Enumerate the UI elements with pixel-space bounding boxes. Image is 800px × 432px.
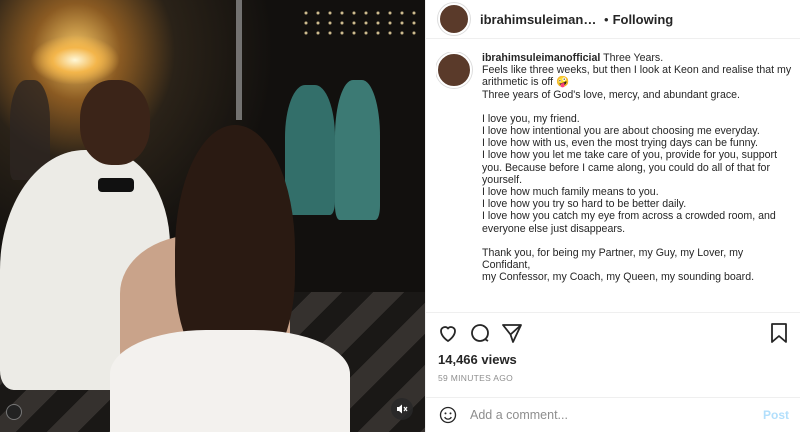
caption-line: Feels like three weeks, but then I look … [482, 64, 792, 77]
bowtie [98, 178, 134, 192]
action-bar [426, 312, 800, 353]
caption-line: I love how with us, even the most trying… [482, 137, 758, 150]
comment-icon[interactable] [468, 321, 492, 345]
stage-light [30, 35, 120, 85]
caption-line: Three years of God's love, mercy, and ab… [482, 88, 740, 101]
header-username[interactable]: ibrahimsuleimanofficial [480, 12, 602, 27]
string-lights [300, 8, 420, 38]
avatar[interactable] [438, 3, 470, 35]
groom-head [80, 80, 150, 165]
following-button[interactable]: Following [613, 12, 674, 27]
guest-figure [335, 80, 380, 220]
caption-line: I love how much family means to you. [482, 186, 659, 199]
separator-dot: • [604, 11, 609, 27]
post-header: ibrahimsuleimanofficial • Following [426, 0, 800, 39]
comment-box: Post [426, 397, 800, 432]
emoji-icon[interactable] [438, 405, 458, 425]
post-details: ibrahimsuleimanofficial • Following ibra… [425, 0, 800, 432]
caption-line: yourself. [482, 173, 523, 186]
caption-line: you. Because before I came along, you co… [482, 161, 770, 174]
post-video[interactable] [0, 0, 425, 432]
tent-pole [236, 0, 242, 120]
caption-username[interactable]: ibrahimsuleimanofficial [482, 52, 600, 64]
caption-text: ibrahimsuleimanofficial Three Years. Fee… [482, 52, 792, 310]
caption-line: I love you, my friend. [482, 112, 580, 125]
timestamp: 59 MINUTES AGO [438, 373, 514, 383]
caption: ibrahimsuleimanofficial Three Years. Fee… [436, 52, 792, 310]
caption-line: I love how intentional you are about cho… [482, 125, 760, 138]
comment-input[interactable] [468, 407, 742, 423]
share-icon[interactable] [500, 321, 524, 345]
wedding-dress [110, 330, 350, 432]
heart-icon[interactable] [436, 321, 460, 345]
caption-gap [482, 101, 792, 113]
guest-figure [285, 85, 335, 215]
caption-avatar[interactable] [436, 52, 472, 88]
muted-speaker-icon[interactable] [391, 398, 413, 420]
caption-line: I love how you let me take care of you, … [482, 149, 778, 162]
caption-gap [482, 235, 792, 247]
caption-line: everyone else just disappears. [482, 222, 626, 235]
caption-line: arithmetic is off 🤪 [482, 76, 570, 89]
post-modal: ibrahimsuleimanofficial • Following ibra… [0, 0, 800, 432]
view-count[interactable]: 14,466 views [438, 352, 517, 367]
caption-line: I love how you try so hard to be better … [482, 198, 687, 211]
caption-line: I love how you catch my eye from across … [482, 210, 776, 223]
caption-line: Thank you, for being my Partner, my Guy,… [482, 246, 744, 272]
post-button[interactable]: Post [763, 408, 789, 422]
caption-line: my Confessor, my Coach, my Queen, my sou… [482, 271, 755, 284]
tagged-user-icon[interactable] [6, 404, 22, 420]
caption-line: Three Years. [603, 52, 664, 64]
bookmark-icon[interactable] [767, 321, 791, 345]
